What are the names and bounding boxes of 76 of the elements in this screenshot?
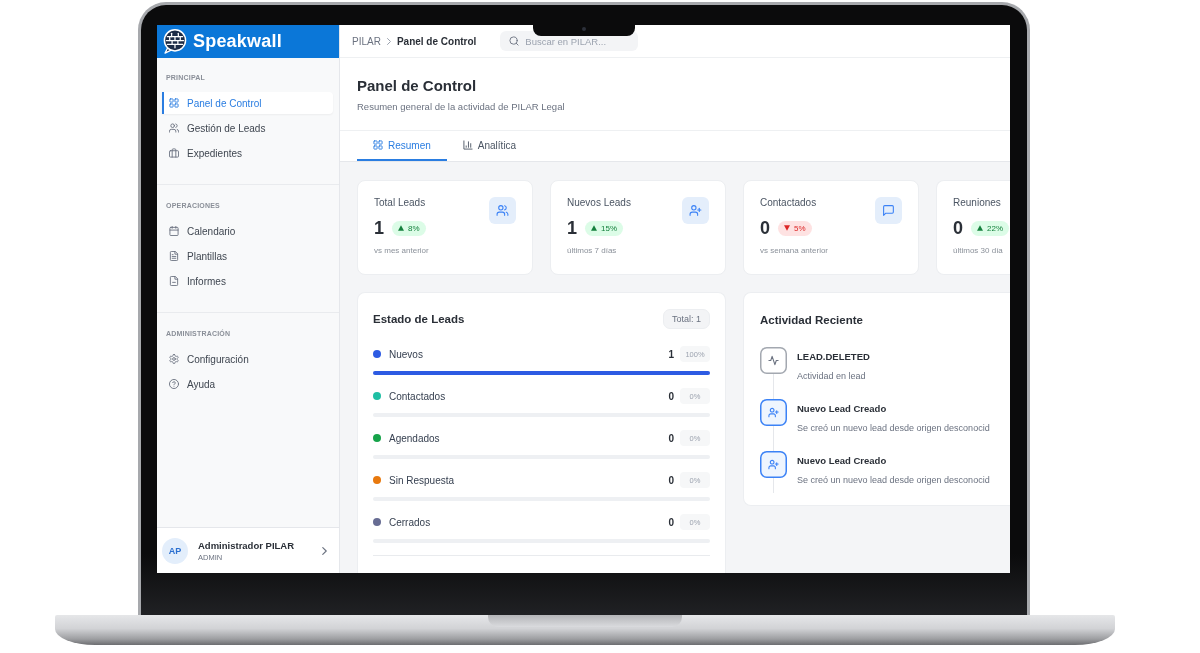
activity-description: Se creó un nuevo lead desde origen desconocid bbox=[797, 422, 991, 435]
user-avatar: AP bbox=[162, 537, 188, 564]
trend-percent: 22% bbox=[987, 223, 1004, 233]
activity-title: LEAD.DELETED bbox=[797, 350, 871, 364]
page-subtitle: Resumen general de la actividad de PILAR Legal bbox=[357, 101, 566, 113]
chat-bubble-icon bbox=[875, 197, 902, 224]
user-plus-icon bbox=[682, 197, 709, 224]
status-label: Cerrados bbox=[389, 516, 431, 528]
chevron-right-icon bbox=[322, 546, 327, 555]
triangle-up-icon bbox=[591, 225, 597, 231]
users-icon bbox=[169, 123, 179, 133]
settings-icon bbox=[169, 354, 179, 364]
tab[interactable]: Analítica bbox=[446, 131, 533, 161]
stat-value: 1 bbox=[374, 219, 384, 237]
user-plus-icon bbox=[760, 451, 787, 478]
stat-note: vs mes anterior bbox=[374, 246, 430, 256]
status-label: Nuevos bbox=[389, 348, 423, 360]
pulse-icon bbox=[760, 347, 787, 374]
trend-percent: 15% bbox=[601, 223, 618, 233]
nav-item[interactable]: Ayuda bbox=[162, 373, 333, 395]
nav-item[interactable]: Panel de Control bbox=[162, 92, 333, 114]
activity-title: Nuevo Lead Creado bbox=[797, 402, 888, 416]
briefcase-icon bbox=[169, 148, 179, 158]
status-label: Contactados bbox=[389, 390, 446, 402]
activity-title: Nuevo Lead Creado bbox=[797, 454, 888, 468]
nav-item[interactable]: Plantillas bbox=[162, 245, 333, 267]
card-title: Estado de Leads bbox=[373, 312, 465, 327]
user-plus-icon bbox=[760, 399, 787, 426]
trend-percent: 8% bbox=[408, 223, 420, 233]
status-count: 0 bbox=[668, 432, 674, 444]
nav-item[interactable]: Calendario bbox=[162, 220, 333, 242]
activity-description: Se creó un nuevo lead desde origen desconocid bbox=[797, 474, 991, 487]
stat-note: últimos 30 día bbox=[953, 246, 1004, 256]
grid-icon bbox=[169, 98, 179, 108]
camera-lens-icon bbox=[582, 27, 586, 31]
grid-icon bbox=[373, 140, 383, 150]
file-icon bbox=[169, 276, 179, 286]
help-icon bbox=[169, 379, 179, 389]
speech-bubble-icon bbox=[162, 29, 187, 54]
stat-value: 0 bbox=[953, 219, 963, 237]
stat-note: últimos 7 días bbox=[567, 246, 618, 256]
stat-value: 0 bbox=[760, 219, 770, 237]
bar-chart-icon bbox=[462, 140, 473, 150]
nav-item[interactable]: Gestión de Leads bbox=[162, 117, 333, 139]
page-title: Panel de Control bbox=[357, 76, 478, 96]
status-label: Sin Respuesta bbox=[389, 474, 455, 486]
triangle-up-icon bbox=[398, 225, 404, 231]
status-label: Agendados bbox=[389, 432, 440, 444]
triangle-down-icon bbox=[784, 225, 790, 231]
total-badge: Total: 1 bbox=[662, 309, 710, 329]
stat-note: vs semana anterior bbox=[760, 246, 830, 256]
status-count: 1 bbox=[668, 348, 674, 360]
chevron-right-icon bbox=[386, 37, 391, 45]
nav-item[interactable]: Configuración bbox=[162, 348, 333, 370]
search-icon bbox=[509, 36, 520, 46]
breadcrumb-current: Panel de Control bbox=[396, 35, 477, 47]
nav-item[interactable]: Informes bbox=[162, 270, 333, 292]
trend-percent: 5% bbox=[794, 223, 806, 233]
status-count: 0 bbox=[668, 390, 674, 402]
stat-label: Contactados bbox=[760, 197, 818, 209]
activity-description: Actividad en lead bbox=[797, 370, 867, 383]
stat-label: Reuniones bbox=[953, 197, 1002, 209]
stat-value: 1 bbox=[567, 219, 577, 237]
calendar-icon bbox=[169, 226, 179, 236]
nav-item[interactable]: Expedientes bbox=[162, 142, 333, 164]
breadcrumb-link[interactable]: PILAR bbox=[352, 35, 381, 47]
triangle-up-icon bbox=[977, 225, 983, 231]
users-icon bbox=[489, 197, 516, 224]
stat-label: Nuevos Leads bbox=[567, 197, 632, 209]
document-icon bbox=[169, 251, 179, 261]
status-count: 0 bbox=[668, 516, 674, 528]
card-title: Actividad Reciente bbox=[760, 314, 863, 326]
user-name: Administrador PILAR bbox=[198, 539, 296, 551]
status-count: 0 bbox=[668, 474, 674, 486]
stat-label: Total Leads bbox=[374, 197, 427, 209]
brand-name: Speakwall bbox=[193, 31, 282, 52]
